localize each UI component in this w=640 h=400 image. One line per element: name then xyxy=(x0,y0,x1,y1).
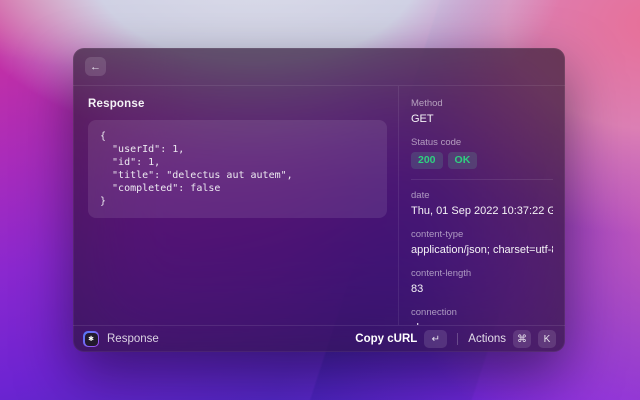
status-bar-app: ✱ Response xyxy=(83,331,355,347)
header-row: content-type application/json; charset=u… xyxy=(411,229,553,256)
back-button[interactable]: ← xyxy=(85,57,106,76)
response-panel: Response { "userId": 1, "id": 1, "title"… xyxy=(73,86,398,325)
header-label: content-type xyxy=(411,229,553,240)
status-bar-app-label: Response xyxy=(107,333,159,345)
status-text-badge: OK xyxy=(448,152,478,169)
extension-icon: ✱ xyxy=(83,331,99,347)
response-panel-title: Response xyxy=(88,98,387,110)
response-viewer-window: ← Response { "userId": 1, "id": 1, "titl… xyxy=(73,48,565,352)
status-code-label: Status code xyxy=(411,137,553,148)
header-row: connection close xyxy=(411,307,553,325)
status-code-badge: 200 xyxy=(411,152,443,169)
response-json: { "userId": 1, "id": 1, "title": "delect… xyxy=(100,130,375,208)
back-arrow-icon: ← xyxy=(90,61,101,73)
method-label: Method xyxy=(411,98,553,109)
details-panel: Method GET Status code 200 OK date Thu, … xyxy=(399,86,565,325)
header-label: connection xyxy=(411,307,553,318)
header-row: content-length 83 xyxy=(411,268,553,295)
enter-key-icon: ↵ xyxy=(424,330,447,348)
copy-curl-button[interactable]: Copy cURL xyxy=(355,333,417,345)
window-content: Response { "userId": 1, "id": 1, "title"… xyxy=(73,86,565,325)
status-badge-row: 200 OK xyxy=(411,152,553,169)
extension-icon-glyph: ✱ xyxy=(85,333,98,346)
header-label: content-length xyxy=(411,268,553,279)
status-bar-separator xyxy=(457,333,458,345)
command-key-icon: ⌘ xyxy=(513,330,531,348)
window-header: ← xyxy=(73,48,565,86)
header-label: date xyxy=(411,190,553,201)
header-value: application/json; charset=utf-8 xyxy=(411,244,553,256)
method-value: GET xyxy=(411,113,553,125)
header-row: date Thu, 01 Sep 2022 10:37:22 G… xyxy=(411,190,553,217)
k-key-icon: K xyxy=(538,330,556,348)
details-section-divider xyxy=(411,179,553,180)
status-bar: ✱ Response Copy cURL ↵ Actions ⌘ K xyxy=(73,325,565,352)
header-value: 83 xyxy=(411,283,553,295)
actions-button[interactable]: Actions xyxy=(468,333,506,345)
header-value: Thu, 01 Sep 2022 10:37:22 G… xyxy=(411,205,553,217)
status-bar-actions: Copy cURL ↵ Actions ⌘ K xyxy=(355,330,556,348)
response-body-code-block: { "userId": 1, "id": 1, "title": "delect… xyxy=(88,120,387,218)
